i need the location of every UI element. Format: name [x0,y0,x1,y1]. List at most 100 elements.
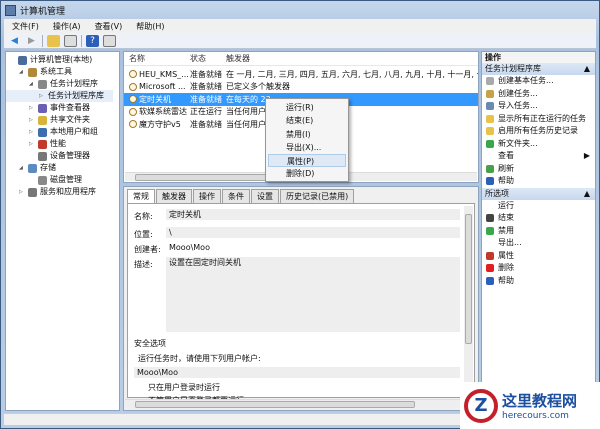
tree-node-icon [28,163,37,173]
menu-view[interactable]: 查看(V) [95,21,123,32]
task-trigger: 在每天的 23 [226,94,271,104]
clock-icon [129,107,137,116]
tree-item[interactable]: 磁盘管理 [6,174,119,186]
context-menu-item[interactable]: 禁用(I) [266,128,348,141]
action-icon [486,226,494,235]
column-status[interactable]: 状态 [190,53,226,64]
tree-item[interactable]: ▷ 共享文件夹 [6,114,119,126]
tree-item[interactable]: ▷ 性能 [6,138,119,150]
description-label: 描述: [134,260,153,269]
expand-arrow-icon[interactable]: ◢ [29,78,35,90]
task-row[interactable]: Microsoft ... 准备就绪 已定义多个触发器 [124,81,478,94]
section-title: 任务计划程序库 [485,64,541,73]
tree-item-label: 任务计划程序 [50,79,98,88]
tab-0[interactable]: 常规 [127,189,155,203]
action-item[interactable]: 新文件夹... [482,138,595,151]
action-icon [486,164,494,173]
help-icon[interactable]: ? [86,34,99,47]
tree-item[interactable]: ◢ 存储 [6,162,119,174]
tree-node-icon [38,139,47,149]
action-item[interactable]: 启用所有任务历史记录 [482,125,595,138]
context-menu-item[interactable]: 删除(D) [266,167,348,180]
location-label: 位置: [134,230,153,239]
show-hide-tree-icon[interactable] [64,34,77,47]
action-item[interactable]: 运行 [482,200,595,213]
tree-item[interactable]: ▷ 本地用户和组 [6,126,119,138]
actions-pane: 操作 任务计划程序库 ▲ 创建基本任务... 创建任务... 导入任务... 显示所有正… [481,51,596,411]
task-status: 正在运行 [190,107,222,117]
menu-action[interactable]: 操作(A) [53,21,81,32]
tree-item[interactable]: ◢ 任务计划程序 [6,78,119,90]
action-item[interactable]: 创建基本任务... [482,75,595,88]
tree-item[interactable]: ▷ 事件查看器 [6,102,119,114]
context-menu-item[interactable]: 导出(X)... [266,141,348,154]
action-item[interactable]: 刷新 [482,163,595,176]
task-status: 准备就绪 [190,94,222,104]
menu-file[interactable]: 文件(F) [12,21,39,32]
action-item[interactable]: 导出... [482,237,595,250]
action-item[interactable]: 显示所有正在运行的任务 [482,113,595,126]
action-item[interactable]: 结束 [482,212,595,225]
tab-3[interactable]: 条件 [222,189,250,203]
tree-item[interactable]: ▷ 任务计划程序库 [6,90,113,102]
up-folder-icon[interactable] [47,34,60,47]
tree-item[interactable]: ◢ 系统工具 [6,66,119,78]
collapse-icon[interactable]: ▲ [584,63,590,75]
tab-2[interactable]: 操作 [193,189,221,203]
description-field[interactable]: 设置在固定时间关机 [166,257,460,332]
back-icon[interactable]: ◀ [8,35,21,47]
action-item[interactable]: 创建任务... [482,88,595,101]
menu-help[interactable]: 帮助(H) [136,21,164,32]
show-action-pane-icon[interactable] [103,34,116,47]
tree-item[interactable]: 设备管理器 [6,150,119,162]
tab-4[interactable]: 设置 [251,189,279,203]
expand-arrow-icon[interactable]: ▷ [29,126,35,138]
location-field[interactable]: \ [166,227,460,238]
context-menu-item[interactable]: 结束(E) [266,114,348,127]
expand-arrow-icon[interactable]: ◢ [19,66,25,78]
action-item[interactable]: 导入任务... [482,100,595,113]
action-item[interactable]: 帮助 [482,175,595,188]
action-item[interactable]: 查看 ▶ [482,150,595,163]
expand-arrow-icon[interactable]: ▷ [19,186,25,198]
tab-5[interactable]: 历史记录(已禁用) [280,189,355,203]
option-run-when-logged-on[interactable]: 只在用户登录时运行 [148,382,220,393]
column-trigger[interactable]: 触发器 [226,53,478,64]
section-task-library[interactable]: 任务计划程序库 ▲ [482,63,595,75]
context-menu-item[interactable]: 属性(P) [268,154,346,168]
vertical-scrollbar[interactable] [464,206,473,395]
details-horizontal-scrollbar[interactable] [125,399,477,408]
tree-item[interactable]: ▷ 服务和应用程序 [6,186,119,198]
title-bar: 计算机管理 [1,1,599,19]
task-name-cell: 软媒系统雷达 [124,106,190,117]
action-item[interactable]: 属性 [482,250,595,263]
action-label: 刷新 [498,163,514,173]
task-row[interactable]: HEU_KMS_... 准备就绪在 一月, 二月, 三月, 四月, 五月, 六月,… [124,68,478,81]
tree-item-label: 性能 [50,139,66,148]
actions-header: 操作 [482,52,595,63]
author-label: 创建者: [134,245,161,254]
context-menu-item[interactable]: 运行(R) [266,101,348,114]
clock-icon [129,70,137,79]
action-item[interactable]: 删除 [482,262,595,275]
author-field: Mooo\Moo [166,242,460,253]
expand-arrow-icon[interactable]: ◢ [19,162,25,174]
tree-item[interactable]: 计算机管理(本地) [6,54,119,66]
watermark-name: 这里教程网 [502,392,578,410]
expand-arrow-icon[interactable]: ▷ [29,102,35,114]
name-field[interactable]: 定时关机 [166,209,460,220]
collapse-icon[interactable]: ▲ [584,188,590,200]
section-selected-item[interactable]: 所选项 ▲ [482,187,595,200]
expand-arrow-icon[interactable]: ▷ [29,138,35,150]
submenu-arrow-icon: ▶ [583,151,590,160]
action-item[interactable]: 帮助 [482,275,595,288]
task-trigger: 当任何用户登 [226,119,274,129]
tab-1[interactable]: 触发器 [156,189,192,203]
forward-icon[interactable]: ▶ [25,35,38,47]
expand-arrow-icon[interactable]: ▷ [39,90,45,102]
column-name[interactable]: 名称 [124,53,190,64]
tree-node-icon [18,55,27,65]
action-icon [486,251,494,260]
action-item[interactable]: 禁用 [482,225,595,238]
expand-arrow-icon[interactable]: ▷ [29,114,35,126]
